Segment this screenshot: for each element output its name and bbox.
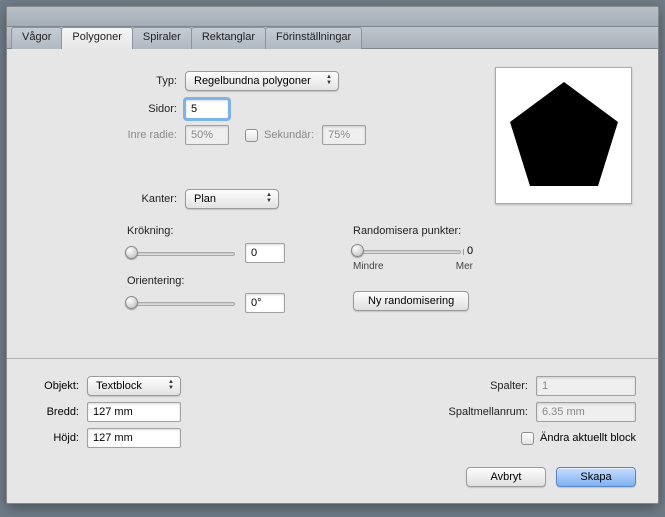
tab-presets[interactable]: Förinställningar: [265, 27, 362, 49]
edges-value: Plan: [194, 193, 216, 205]
titlebar: [7, 7, 658, 27]
columns-input: 1: [536, 376, 636, 396]
tab-spirals[interactable]: Spiraler: [132, 27, 192, 49]
modify-label: Ändra aktuellt block: [540, 432, 636, 444]
randomize-value: 0: [467, 245, 473, 257]
columns-value: 1: [542, 380, 548, 392]
curvature-value: 0: [251, 247, 257, 259]
bottom-panel: Objekt: Textblock ▲▼ Bredd: 127 mm Höjd:…: [7, 359, 658, 505]
dialog-window: Vågor Polygoner Spiraler Rektanglar Föri…: [6, 6, 659, 504]
secondary-input: 75%: [322, 125, 366, 145]
create-label: Skapa: [580, 471, 611, 483]
updown-icon: ▲▼: [264, 192, 274, 204]
edges-select[interactable]: Plan ▲▼: [185, 189, 279, 209]
new-random-label: Ny randomisering: [368, 295, 454, 307]
inner-radius-input: 50%: [185, 125, 229, 145]
right-column: Spalter: 1 Spaltmellanrum: 6.35 mm Ändra…: [376, 373, 636, 451]
sides-value: 5: [191, 103, 197, 115]
slider-track: [127, 252, 235, 256]
cancel-button[interactable]: Avbryt: [466, 467, 546, 487]
gutter-label: Spaltmellanrum:: [418, 406, 528, 418]
width-label: Bredd:: [25, 406, 79, 418]
polygon-panel: Typ: Regelbundna polygoner ▲▼ Sidor: 5 I…: [7, 49, 658, 359]
cancel-label: Avbryt: [491, 471, 522, 483]
inner-radius-value: 50%: [191, 129, 213, 141]
orientation-label: Orientering:: [127, 275, 285, 287]
edges-label: Kanter:: [7, 193, 177, 205]
tab-waves[interactable]: Vågor: [11, 27, 62, 49]
slider-track: [353, 250, 461, 254]
tab-bar: Vågor Polygoner Spiraler Rektanglar Föri…: [7, 27, 658, 49]
object-value: Textblock: [96, 380, 142, 392]
tab-polygons[interactable]: Polygoner: [61, 27, 133, 49]
gutter-input: 6.35 mm: [536, 402, 636, 422]
preview-box: [495, 67, 632, 204]
curvature-slider[interactable]: [127, 245, 235, 261]
randomize-more-label: Mer: [456, 261, 473, 272]
width-value: 127 mm: [93, 406, 133, 418]
orientation-slider[interactable]: [127, 295, 235, 311]
sides-label: Sidor:: [7, 103, 177, 115]
object-label: Objekt:: [25, 380, 79, 392]
curvature-input[interactable]: 0: [245, 243, 285, 263]
gutter-value: 6.35 mm: [542, 406, 585, 418]
updown-icon: ▲▼: [324, 74, 334, 86]
tab-rectangles[interactable]: Rektanglar: [191, 27, 266, 49]
updown-icon: ▲▼: [166, 379, 176, 391]
secondary-checkbox[interactable]: [245, 129, 258, 142]
type-label: Typ:: [7, 75, 177, 87]
secondary-value: 75%: [328, 129, 350, 141]
width-input[interactable]: 127 mm: [87, 402, 181, 422]
height-input[interactable]: 127 mm: [87, 428, 181, 448]
height-label: Höjd:: [25, 432, 79, 444]
create-button[interactable]: Skapa: [556, 467, 636, 487]
slider-thumb[interactable]: [125, 246, 138, 259]
randomize-slider[interactable]: [353, 243, 461, 259]
height-value: 127 mm: [93, 432, 133, 444]
modify-checkbox[interactable]: [521, 432, 534, 445]
inner-radius-label: Inre radie:: [7, 129, 177, 141]
randomize-label: Randomisera punkter:: [353, 225, 473, 237]
new-random-button[interactable]: Ny randomisering: [353, 291, 469, 311]
secondary-label: Sekundär:: [264, 129, 314, 141]
type-select-value: Regelbundna polygoner: [194, 75, 311, 87]
orientation-value: 0°: [251, 297, 262, 309]
object-select[interactable]: Textblock ▲▼: [87, 376, 181, 396]
button-row: Avbryt Skapa: [466, 467, 636, 487]
curvature-label: Krökning:: [127, 225, 285, 237]
sides-input[interactable]: 5: [185, 99, 229, 119]
columns-label: Spalter:: [418, 380, 528, 392]
pentagon-icon: [504, 76, 624, 196]
slider-endtick: [463, 249, 464, 255]
slider-track: [127, 302, 235, 306]
type-select[interactable]: Regelbundna polygoner ▲▼: [185, 71, 339, 91]
orientation-input[interactable]: 0°: [245, 293, 285, 313]
slider-thumb[interactable]: [351, 244, 364, 257]
slider-thumb[interactable]: [125, 296, 138, 309]
randomize-less-label: Mindre: [353, 261, 384, 272]
